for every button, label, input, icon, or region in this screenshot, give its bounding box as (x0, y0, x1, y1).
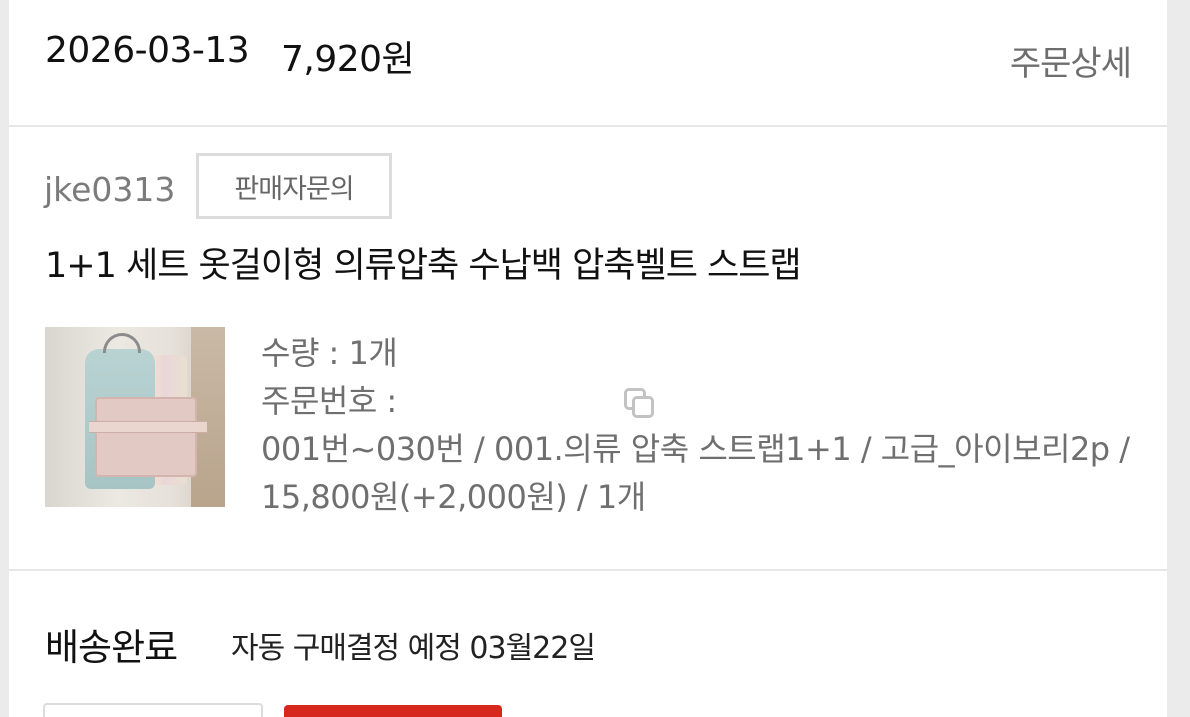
compression-strap (89, 421, 207, 433)
quantity-text: 수량 : 1개 (261, 334, 398, 372)
order-date: 2026-03-13 (45, 30, 250, 71)
secondary-action-button[interactable] (43, 703, 263, 717)
order-number-value (406, 388, 616, 418)
order-detail-link[interactable]: 주문상세 (1010, 36, 1132, 85)
screen-frame: 2026-03-13 7,920원 주문상세 jke0313 판매자문의 1+1… (0, 0, 1190, 717)
option-text: 001번~030번 / 001.의류 압축 스트랩1+1 / 고급_아이보리2p… (261, 430, 1130, 516)
seller-inquiry-button[interactable]: 판매자문의 (196, 153, 392, 219)
product-section: jke0313 판매자문의 1+1 세트 옷걸이형 의류압축 수납백 압축벨트 … (9, 129, 1167, 571)
delivery-section: 배송완료 자동 구매결정 예정 03월22일 (9, 573, 1167, 717)
order-number-label: 주문번호 : (261, 382, 407, 420)
primary-action-button[interactable] (284, 705, 502, 717)
order-header: 2026-03-13 7,920원 주문상세 (9, 0, 1167, 127)
product-thumbnail[interactable] (45, 327, 225, 507)
product-name[interactable]: 1+1 세트 옷걸이형 의류압축 수납백 압축벨트 스트랩 (45, 237, 802, 288)
order-card: 2026-03-13 7,920원 주문상세 jke0313 판매자문의 1+1… (9, 0, 1167, 717)
hanger (103, 333, 141, 353)
seller-id[interactable]: jke0313 (44, 170, 175, 209)
auto-purchase-note: 자동 구매결정 예정 03월22일 (231, 631, 596, 666)
delivery-status: 배송완료 (45, 626, 178, 669)
product-info: 수량 : 1개 주문번호 : 001번~030번 / 001.의류 압축 스트랩… (261, 329, 1141, 521)
order-amount: 7,920원 (281, 39, 415, 80)
order-number-row: 주문번호 : (261, 377, 1141, 425)
copy-icon[interactable] (622, 386, 656, 420)
compression-bag (95, 397, 197, 477)
